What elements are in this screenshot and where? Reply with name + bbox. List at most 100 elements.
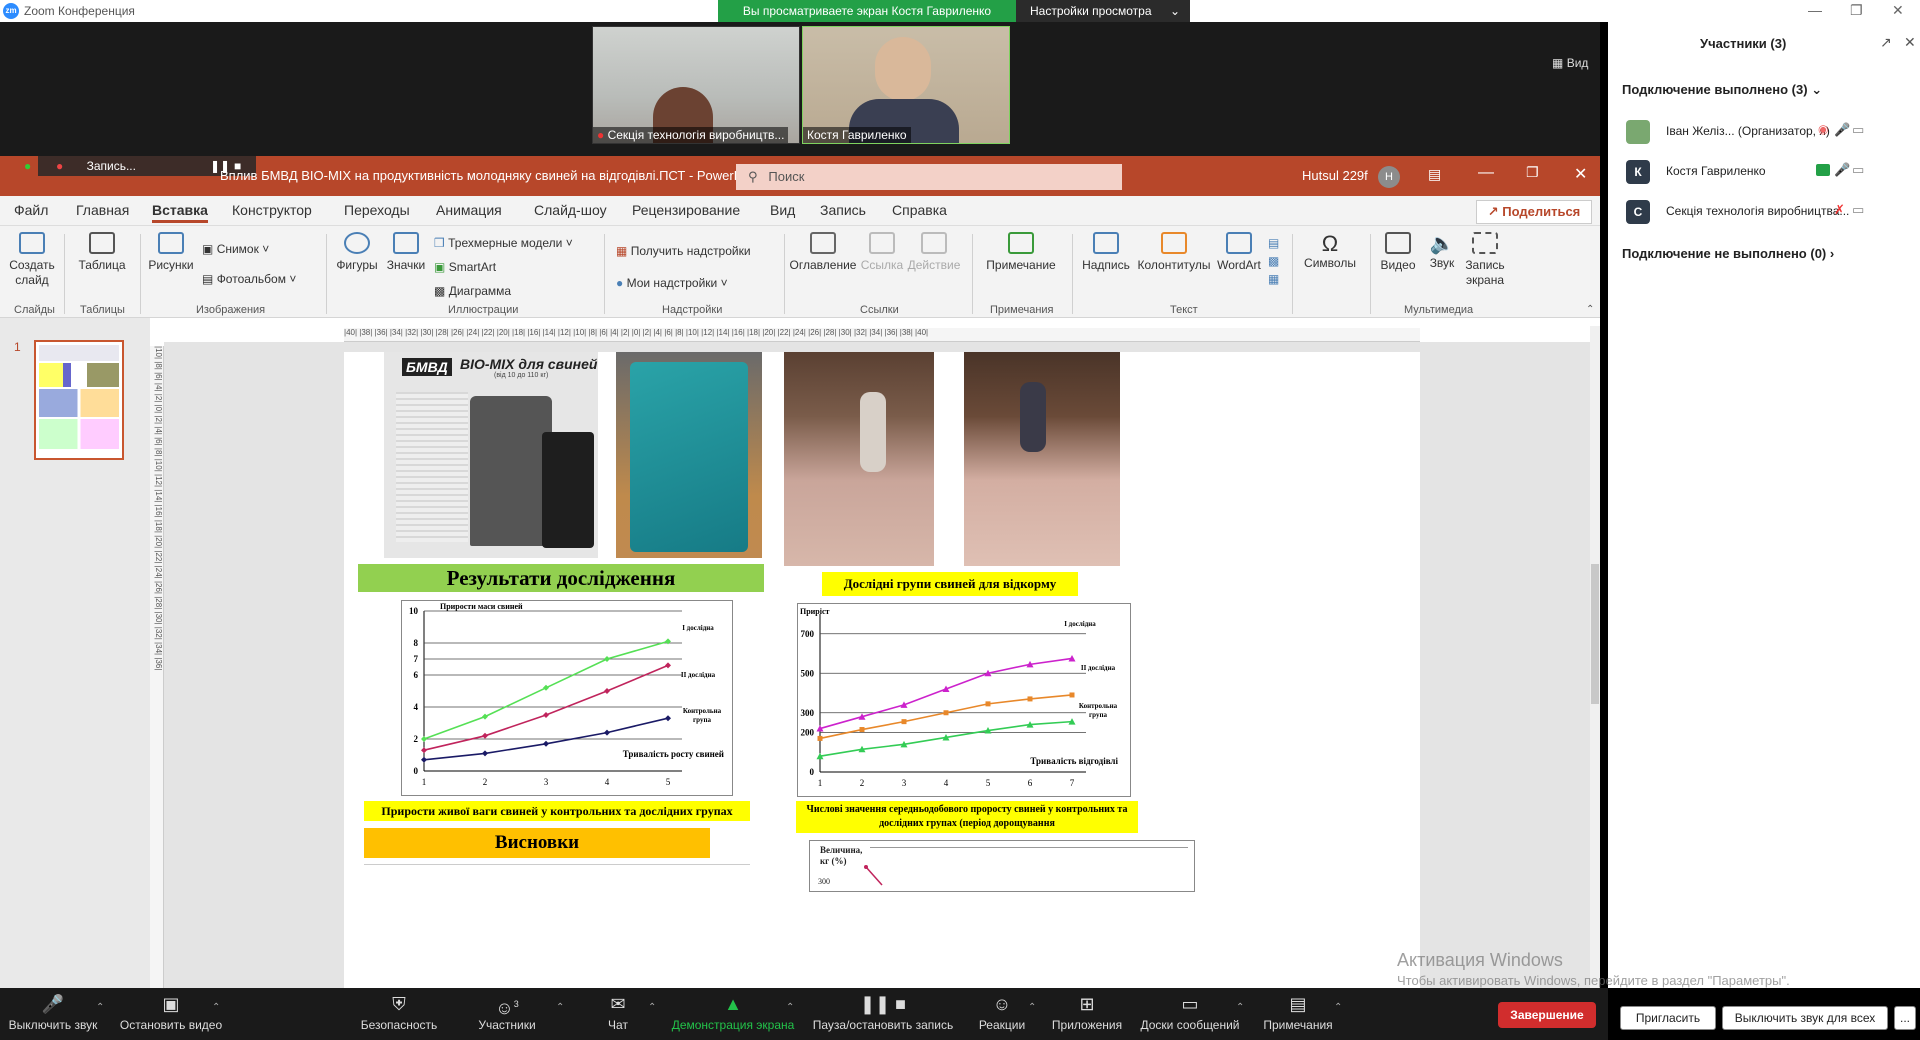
- ribbon-display-icon[interactable]: ▤: [1428, 166, 1441, 183]
- close-icon[interactable]: ✕: [1904, 34, 1916, 51]
- 3d-models-button[interactable]: ❒ Трехмерные модели ˅: [434, 236, 573, 250]
- tab-home[interactable]: Главная: [76, 202, 129, 218]
- icons-button[interactable]: Значки: [384, 232, 428, 273]
- x-tick-label: 5: [986, 778, 991, 788]
- apps-icon: ⊞: [1079, 994, 1095, 1014]
- view-button[interactable]: ▦ Вид: [1552, 56, 1588, 70]
- comment-button[interactable]: Примечание: [982, 232, 1060, 273]
- slide-canvas[interactable]: БМВД ВІО-МІХ для свиней (від 10 до 110 к…: [344, 352, 1420, 988]
- tab-transitions[interactable]: Переходы: [344, 202, 410, 218]
- view-settings-dropdown[interactable]: Настройки просмотра ⌄: [1016, 0, 1190, 22]
- participant-name: Костя Гавриленко: [1666, 164, 1766, 178]
- collapse-ribbon-icon[interactable]: ⌃: [1586, 304, 1594, 315]
- shield-icon: ●: [24, 159, 32, 173]
- toc-button[interactable]: Оглавление: [788, 232, 858, 273]
- new-slide-button[interactable]: Создать слайд: [8, 232, 56, 288]
- share-button[interactable]: ↗ Поделиться: [1476, 200, 1592, 224]
- screen-recording-button[interactable]: Запись экрана: [1462, 232, 1508, 288]
- wordart-button[interactable]: WordArt: [1214, 232, 1264, 273]
- mic-icon[interactable]: 🎤: [1834, 122, 1850, 138]
- text-extra-icons[interactable]: ▤ ▩ ▦: [1268, 234, 1279, 288]
- link-button[interactable]: Ссылка: [860, 232, 904, 273]
- photo-album-button[interactable]: ▤ Фотоальбом ˅: [202, 272, 296, 286]
- tab-animations[interactable]: Анимация: [436, 202, 502, 218]
- notes-button[interactable]: ▤ Примечания: [1258, 990, 1338, 1032]
- participant-row[interactable]: К Костя Гавриленко 🎤 ▭: [1608, 154, 1920, 190]
- get-addins-button[interactable]: ▦ Получить надстройки: [616, 244, 751, 258]
- mic-icon[interactable]: 🎤: [1834, 162, 1850, 178]
- chevron-up-icon[interactable]: ⌃: [96, 1002, 104, 1013]
- video-tile-active[interactable]: Костя Гавриленко: [802, 26, 1010, 144]
- my-addins-button[interactable]: ● Мои надстройки ˅: [616, 276, 728, 290]
- mic-muted-icon[interactable]: ✗: [1834, 202, 1845, 218]
- popout-icon[interactable]: ↗: [1880, 34, 1892, 51]
- audio-insert-button[interactable]: 🔈 Звук: [1422, 232, 1462, 271]
- action-button[interactable]: Действие: [906, 232, 962, 273]
- security-button[interactable]: ⛨ Безопасность: [356, 990, 442, 1032]
- snapshot-button[interactable]: ▣ Снимок ˅: [202, 242, 269, 256]
- video-insert-button[interactable]: Видео: [1376, 232, 1420, 273]
- person-figure: [860, 392, 886, 472]
- tab-file[interactable]: Файл: [14, 202, 48, 218]
- maximize-icon[interactable]: ❐: [1850, 2, 1863, 19]
- invite-button[interactable]: Пригласить: [1620, 1006, 1716, 1030]
- chevron-up-icon[interactable]: ⌃: [1028, 1002, 1036, 1013]
- chevron-up-icon[interactable]: ⌃: [1236, 1002, 1244, 1013]
- connected-header[interactable]: Подключение выполнено (3) ⌄: [1622, 82, 1822, 98]
- smartart-button[interactable]: ▣ SmartArt: [434, 260, 496, 274]
- stop-video-button[interactable]: ▣ Остановить видео: [116, 990, 226, 1032]
- close-icon[interactable]: ✕: [1574, 164, 1587, 184]
- participants-button[interactable]: ☺3 Участники: [470, 990, 544, 1032]
- end-meeting-button[interactable]: Завершение: [1498, 1002, 1596, 1028]
- restore-icon[interactable]: ❐: [1526, 164, 1539, 181]
- chevron-up-icon[interactable]: ⌃: [212, 1002, 220, 1013]
- new-slide-label: Создать слайд: [9, 258, 55, 287]
- pause-record-button[interactable]: ❚❚ ■ Пауза/остановить запись: [808, 990, 958, 1032]
- chevron-up-icon[interactable]: ⌃: [786, 1002, 794, 1013]
- chat-button[interactable]: ✉ Чат: [596, 990, 640, 1032]
- my-addins-label: Мои надстройки: [626, 276, 718, 290]
- tab-insert[interactable]: Вставка: [152, 202, 208, 223]
- video-icon[interactable]: ▭: [1852, 202, 1864, 218]
- chevron-up-icon[interactable]: ⌃: [648, 1002, 656, 1013]
- y-tick-label: 8: [414, 638, 419, 648]
- vertical-scrollbar[interactable]: [1590, 326, 1600, 988]
- participant-row[interactable]: С Секція технологія виробництва... ✗ ▭: [1608, 194, 1920, 230]
- tab-review[interactable]: Рецензирование: [632, 202, 740, 218]
- participant-row[interactable]: Іван Желіз... (Организатор, я) ◉ 🎤 ▭: [1608, 114, 1920, 150]
- shapes-button[interactable]: Фигуры: [334, 232, 380, 273]
- chevron-up-icon[interactable]: ⌃: [1334, 1002, 1342, 1013]
- user-avatar[interactable]: Н: [1378, 166, 1400, 188]
- participant-name: Іван Желіз... (Организатор, я): [1666, 124, 1830, 138]
- close-icon[interactable]: ✕: [1892, 2, 1904, 19]
- header-footer-button[interactable]: Колонтитулы: [1134, 232, 1214, 273]
- share-screen-button[interactable]: ▲ Демонстрация экрана: [668, 990, 798, 1032]
- video-tile[interactable]: ● Секція технологія виробництв...: [592, 26, 800, 144]
- not-connected-header[interactable]: Подключение не выполнено (0) ›: [1622, 246, 1834, 261]
- chart-button[interactable]: ▩ Диаграмма: [434, 284, 511, 298]
- more-button[interactable]: ...: [1894, 1006, 1916, 1030]
- scroll-thumb[interactable]: [1591, 564, 1599, 704]
- minimize-icon[interactable]: —: [1808, 2, 1822, 18]
- tab-view[interactable]: Вид: [770, 202, 795, 218]
- minimize-icon[interactable]: —: [1478, 164, 1494, 182]
- whiteboards-button[interactable]: ▭ Доски сообщений: [1136, 990, 1244, 1032]
- textbox-button[interactable]: Надпись: [1078, 232, 1134, 273]
- mute-button[interactable]: 🎤 Выключить звук: [8, 990, 98, 1032]
- video-icon[interactable]: ▭: [1852, 162, 1864, 178]
- slide-thumbnail[interactable]: [34, 340, 124, 460]
- tab-slideshow[interactable]: Слайд-шоу: [534, 202, 607, 218]
- search-input[interactable]: ⚲ Поиск: [736, 164, 1122, 190]
- tab-design[interactable]: Конструктор: [232, 202, 312, 218]
- tab-help[interactable]: Справка: [892, 202, 947, 218]
- apps-button[interactable]: ⊞ Приложения: [1048, 990, 1126, 1032]
- video-icon[interactable]: ▭: [1852, 122, 1864, 138]
- table-button[interactable]: Таблица: [74, 232, 130, 273]
- pictures-button[interactable]: Рисунки: [146, 232, 196, 273]
- symbols-button[interactable]: Ω Символы: [1300, 232, 1360, 271]
- x-tick-label: 4: [944, 778, 949, 788]
- chevron-up-icon[interactable]: ⌃: [556, 1002, 564, 1013]
- mute-all-button[interactable]: Выключить звук для всех: [1722, 1006, 1888, 1030]
- tab-record[interactable]: Запись: [820, 202, 866, 218]
- reactions-button[interactable]: ☺ Реакции: [972, 990, 1032, 1032]
